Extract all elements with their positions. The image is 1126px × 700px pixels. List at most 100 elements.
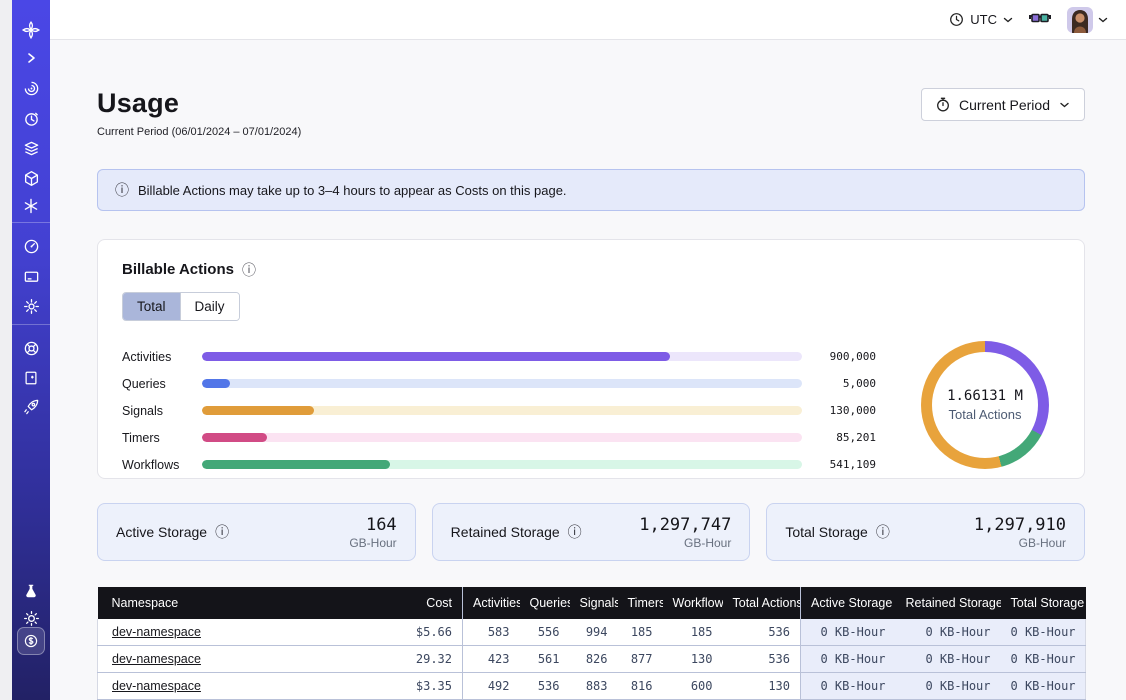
feedback-glasses-button[interactable]: [1029, 13, 1051, 27]
cell-total-actions: 536: [723, 619, 801, 646]
storage-card-label: Retained Storage: [451, 524, 560, 540]
cell-total-actions: 130: [723, 673, 801, 700]
info-icon[interactable]: ⓘ: [215, 525, 229, 539]
support-lifebuoy-icon[interactable]: [12, 336, 50, 360]
bar-track: [202, 433, 802, 442]
storage-summary-row: Active Storageⓘ 164GB-Hour Retained Stor…: [97, 503, 1085, 561]
storage-card-unit: GB-Hour: [639, 536, 731, 550]
table-row: dev-namespace$5.665835569941851855360 KB…: [98, 619, 1086, 646]
table-header-row: NamespaceCostActivitiesQueriesSignalsTim…: [98, 587, 1086, 619]
dollar-coin-icon: [23, 633, 39, 649]
info-icon[interactable]: ⓘ: [876, 525, 890, 539]
bar-value: 85,201: [818, 431, 876, 444]
cell-namespace: dev-namespace: [98, 619, 378, 646]
tab-total[interactable]: Total: [123, 293, 180, 320]
cell-timers: 816: [618, 673, 663, 700]
donut-total-value: 1.66131 M: [947, 388, 1023, 404]
topbar: UTC: [50, 0, 1126, 40]
cell-signals: 994: [570, 619, 618, 646]
cell-timers: 185: [618, 619, 663, 646]
col-header-total-storage: Total Storage: [1001, 587, 1086, 619]
info-banner: ⓘ Billable Actions may take up to 3–4 ho…: [97, 169, 1085, 211]
namespace-link[interactable]: dev-namespace: [112, 679, 201, 693]
cell-active-storage: 0 KB-Hour: [801, 619, 896, 646]
sidebar-divider: [12, 222, 50, 223]
bar-row-timers: Timers85,201: [122, 424, 876, 451]
cell-activities: 423: [463, 646, 520, 673]
col-header-timers: Timers: [618, 587, 663, 619]
page-subtitle: Current Period (06/01/2024 – 07/01/2024): [97, 126, 301, 138]
stack-icon[interactable]: [12, 136, 50, 160]
cell-workflows: 185: [663, 619, 723, 646]
billable-actions-card: Billable Actions ⓘ Total Daily Activitie…: [97, 239, 1085, 479]
billable-actions-title: Billable Actions: [122, 261, 234, 278]
donut-total-label: Total Actions: [949, 407, 1022, 422]
billing-card-icon[interactable]: [12, 264, 50, 288]
timezone-selector[interactable]: UTC: [949, 12, 1013, 27]
col-header-workflows: Workflows: [663, 587, 723, 619]
cell-namespace: dev-namespace: [98, 646, 378, 673]
cell-activities: 583: [463, 619, 520, 646]
glasses-icon: [1029, 13, 1051, 27]
namespace-link[interactable]: dev-namespace: [112, 625, 201, 639]
bar-value: 5,000: [818, 377, 876, 390]
labs-flask-icon[interactable]: [12, 579, 50, 603]
schedules-icon[interactable]: [12, 106, 50, 130]
col-header-retained-storage: Retained Storage: [896, 587, 1001, 619]
cell-queries: 536: [520, 673, 570, 700]
namespaces-icon[interactable]: [12, 76, 50, 100]
donut-center: 1.66131 M Total Actions: [932, 352, 1038, 458]
namespace-usage-table: NamespaceCostActivitiesQueriesSignalsTim…: [97, 587, 1086, 700]
gauge-icon[interactable]: [12, 234, 50, 258]
deployments-icon[interactable]: [12, 166, 50, 190]
cell-active-storage: 0 KB-Hour: [801, 673, 896, 700]
period-select-button[interactable]: Current Period: [921, 88, 1085, 121]
bar-row-workflows: Workflows541,109: [122, 451, 876, 478]
total-storage-card: Total Storageⓘ 1,297,910GB-Hour: [766, 503, 1085, 561]
bar-fill: [202, 406, 314, 415]
info-icon[interactable]: ⓘ: [242, 263, 256, 277]
temporal-logo-icon[interactable]: [12, 18, 50, 42]
info-icon: ⓘ: [115, 183, 129, 197]
cell-retained-storage: 0 KB-Hour: [896, 646, 1001, 673]
cell-signals: 883: [570, 673, 618, 700]
cell-cost: $3.35: [378, 673, 463, 700]
chevron-right-icon[interactable]: [12, 46, 50, 70]
col-header-namespace: Namespace: [98, 587, 378, 619]
cell-cost: 29.32: [378, 646, 463, 673]
gear-icon[interactable]: [12, 294, 50, 318]
col-header-queries: Queries: [520, 587, 570, 619]
sidebar-divider: [12, 324, 50, 325]
bar-track: [202, 379, 802, 388]
avatar: [1067, 7, 1093, 33]
asterisk-icon[interactable]: [12, 194, 50, 218]
docs-icon[interactable]: [12, 366, 50, 390]
table-row: dev-namespace29.324235618268771305360 KB…: [98, 646, 1086, 673]
app-window: UTC: [0, 0, 1126, 700]
storage-card-unit: GB-Hour: [349, 536, 396, 550]
cell-retained-storage: 0 KB-Hour: [896, 673, 1001, 700]
cell-total-storage: 0 KB-Hour: [1001, 673, 1086, 700]
namespace-link[interactable]: dev-namespace: [112, 652, 201, 666]
bar-track: [202, 352, 802, 361]
chevron-down-icon: [1059, 101, 1070, 109]
stopwatch-icon: [936, 97, 950, 112]
col-header-active-storage: Active Storage: [801, 587, 896, 619]
cell-retained-storage: 0 KB-Hour: [896, 619, 1001, 646]
col-header-cost: Cost: [378, 587, 463, 619]
rocket-icon[interactable]: [12, 394, 50, 418]
col-header-activities: Activities: [463, 587, 520, 619]
bar-fill: [202, 352, 670, 361]
storage-card-value: 1,297,910: [974, 515, 1066, 535]
bar-row-activities: Activities900,000: [122, 343, 876, 370]
usage-billing-button[interactable]: [17, 627, 45, 655]
table-row: dev-namespace$3.354925368838166001300 KB…: [98, 673, 1086, 700]
cell-queries: 556: [520, 619, 570, 646]
timezone-label: UTC: [970, 12, 997, 27]
retained-storage-card: Retained Storageⓘ 1,297,747GB-Hour: [432, 503, 751, 561]
storage-card-label: Total Storage: [785, 524, 868, 540]
tab-daily[interactable]: Daily: [180, 293, 239, 320]
info-icon[interactable]: ⓘ: [568, 525, 582, 539]
account-menu[interactable]: [1067, 7, 1108, 33]
col-header-total-actions: Total Actions: [723, 587, 801, 619]
